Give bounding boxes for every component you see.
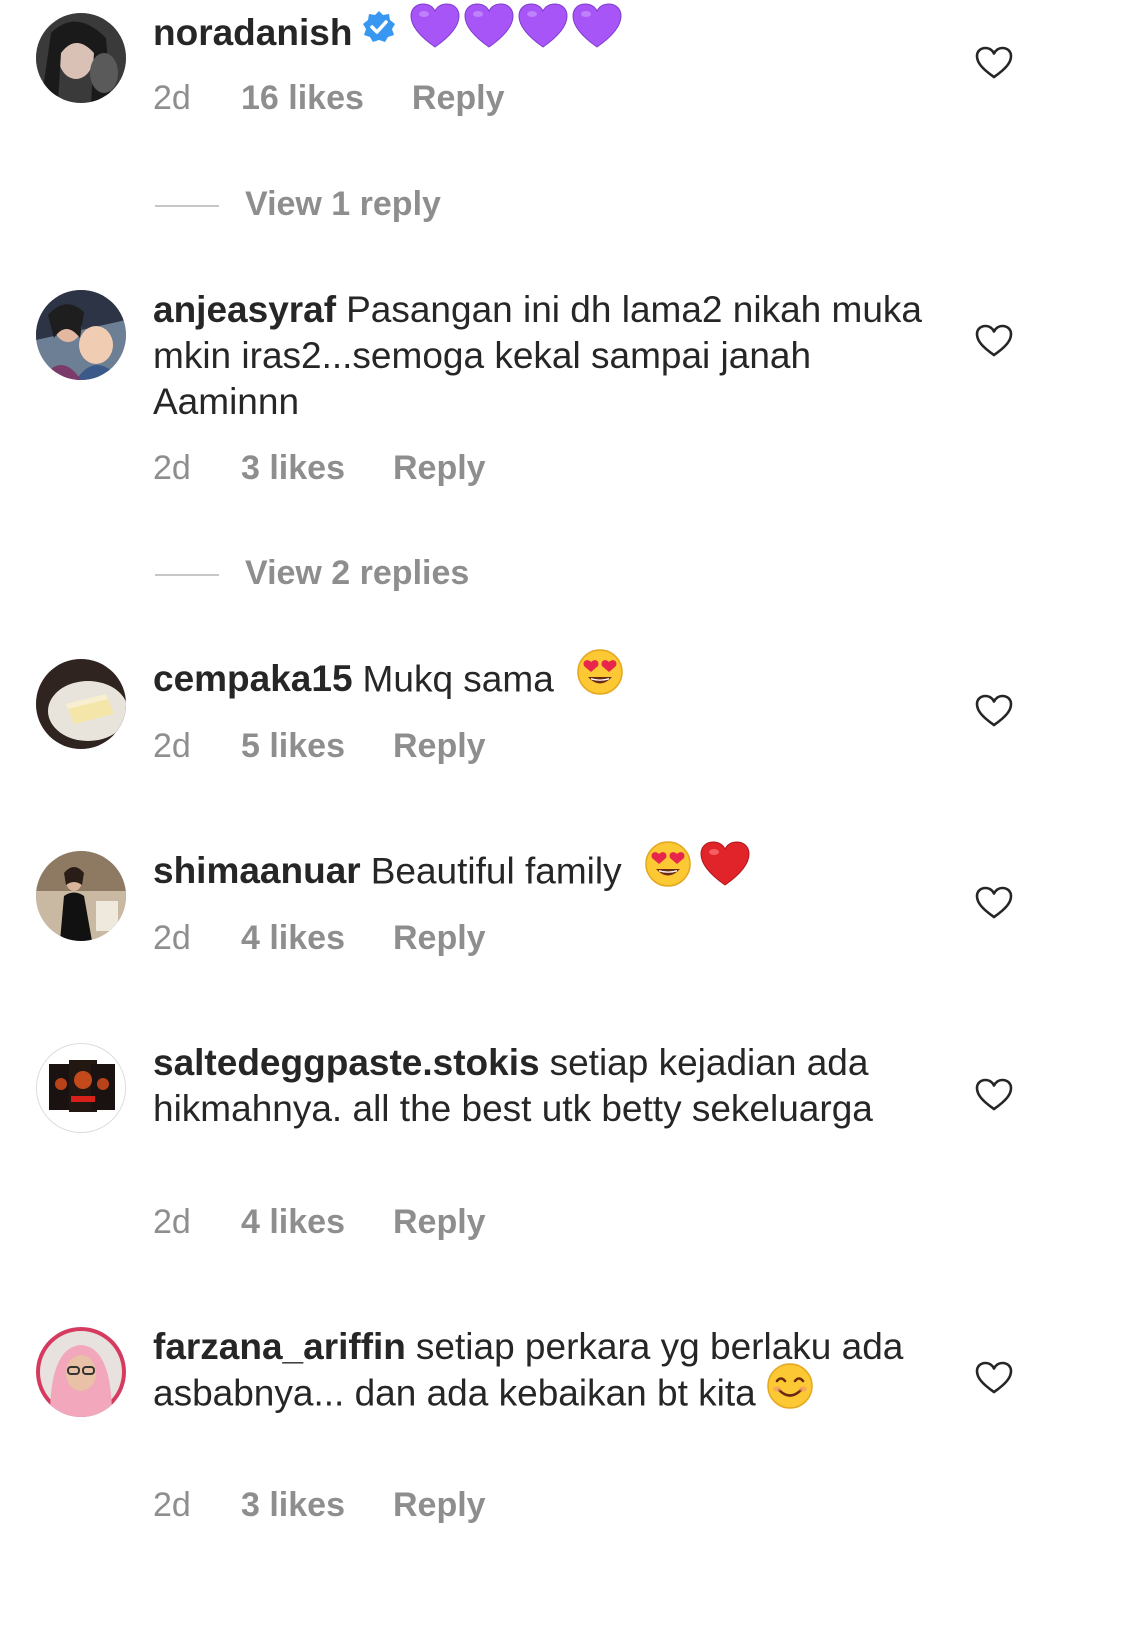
comment-meta: 2d 5 likes Reply <box>153 726 486 766</box>
reply-button[interactable]: Reply <box>393 1486 486 1524</box>
like-heart-icon[interactable] <box>975 1361 1013 1395</box>
avatar[interactable] <box>36 290 126 380</box>
avatar-photo-icon <box>37 1044 125 1132</box>
comment-text: Beautiful family <box>370 850 622 892</box>
avatar[interactable] <box>36 659 126 749</box>
likes-count[interactable]: 3 likes <box>241 448 345 488</box>
purple-heart-icon <box>464 3 514 60</box>
like-heart-icon[interactable] <box>975 694 1013 728</box>
heart-eyes-emoji-icon <box>576 648 624 707</box>
likes-count[interactable]: 3 likes <box>241 1485 345 1525</box>
reply-button[interactable]: Reply <box>393 1203 486 1241</box>
replies-divider <box>155 574 219 577</box>
like-heart-icon[interactable] <box>975 886 1013 920</box>
likes-count[interactable]: 4 likes <box>241 1202 345 1242</box>
red-heart-icon <box>700 841 750 898</box>
view-replies-button[interactable]: View 2 replies <box>155 553 469 593</box>
avatar[interactable] <box>36 13 126 103</box>
comment-body: farzana_ariffin setiap perkara yg berlaku… <box>153 1324 943 1421</box>
view-replies-label[interactable]: View 1 reply <box>245 185 441 223</box>
avatar-photo-icon <box>36 851 126 941</box>
avatar-photo-icon <box>36 290 126 380</box>
comment-meta: 2d 4 likes Reply <box>153 1202 486 1242</box>
username[interactable]: noradanish <box>153 12 352 53</box>
avatar[interactable] <box>36 1043 126 1133</box>
reply-button[interactable]: Reply <box>393 449 486 487</box>
view-replies-label[interactable]: View 2 replies <box>245 554 469 592</box>
comment-body: cempaka15 Mukq sama <box>153 649 943 707</box>
comment-time: 2d <box>153 449 191 487</box>
comment-meta: 2d 3 likes Reply <box>153 448 486 488</box>
reply-button[interactable]: Reply <box>393 727 486 765</box>
verified-badge-icon <box>362 9 396 55</box>
view-replies-button[interactable]: View 1 reply <box>155 184 441 224</box>
reply-button[interactable]: Reply <box>412 79 505 117</box>
likes-count[interactable]: 4 likes <box>241 918 345 958</box>
username[interactable]: shimaanuar <box>153 850 361 891</box>
comment-time: 2d <box>153 1203 191 1241</box>
username[interactable]: farzana_ariffin <box>153 1326 406 1367</box>
comment-body: saltedeggpaste.stokis setiap kejadian ada… <box>153 1040 943 1132</box>
avatar[interactable] <box>36 1327 126 1417</box>
avatar[interactable] <box>36 851 126 941</box>
reply-button[interactable]: Reply <box>393 919 486 957</box>
username[interactable]: anjeasyraf <box>153 289 336 330</box>
avatar-photo-icon <box>36 13 126 103</box>
comment-meta: 2d 16 likes Reply <box>153 78 504 118</box>
comment-time: 2d <box>153 1486 191 1524</box>
comment-body: noradanish <box>153 3 943 60</box>
heart-eyes-emoji-icon <box>644 840 692 899</box>
comment-body: shimaanuar Beautiful family <box>153 841 943 899</box>
likes-count[interactable]: 16 likes <box>241 78 364 118</box>
smiling-face-emoji-icon <box>766 1362 814 1421</box>
avatar-photo-icon <box>36 659 126 749</box>
like-heart-icon[interactable] <box>975 324 1013 358</box>
purple-heart-icon <box>410 3 460 60</box>
username[interactable]: cempaka15 <box>153 658 353 699</box>
username[interactable]: saltedeggpaste.stokis <box>153 1042 540 1083</box>
replies-divider <box>155 205 219 208</box>
comment-text: Mukq sama <box>362 658 554 700</box>
like-heart-icon[interactable] <box>975 1078 1013 1112</box>
comment-time: 2d <box>153 727 191 765</box>
comment-time: 2d <box>153 919 191 957</box>
comment-meta: 2d 3 likes Reply <box>153 1485 486 1525</box>
purple-heart-icon <box>572 3 622 60</box>
like-heart-icon[interactable] <box>975 46 1013 80</box>
comment-meta: 2d 4 likes Reply <box>153 918 486 958</box>
likes-count[interactable]: 5 likes <box>241 726 345 766</box>
comment-body: anjeasyraf Pasangan ini dh lama2 nikah mu… <box>153 287 943 425</box>
purple-heart-icon <box>518 3 568 60</box>
comment-time: 2d <box>153 79 191 117</box>
avatar-photo-icon <box>36 1327 126 1417</box>
